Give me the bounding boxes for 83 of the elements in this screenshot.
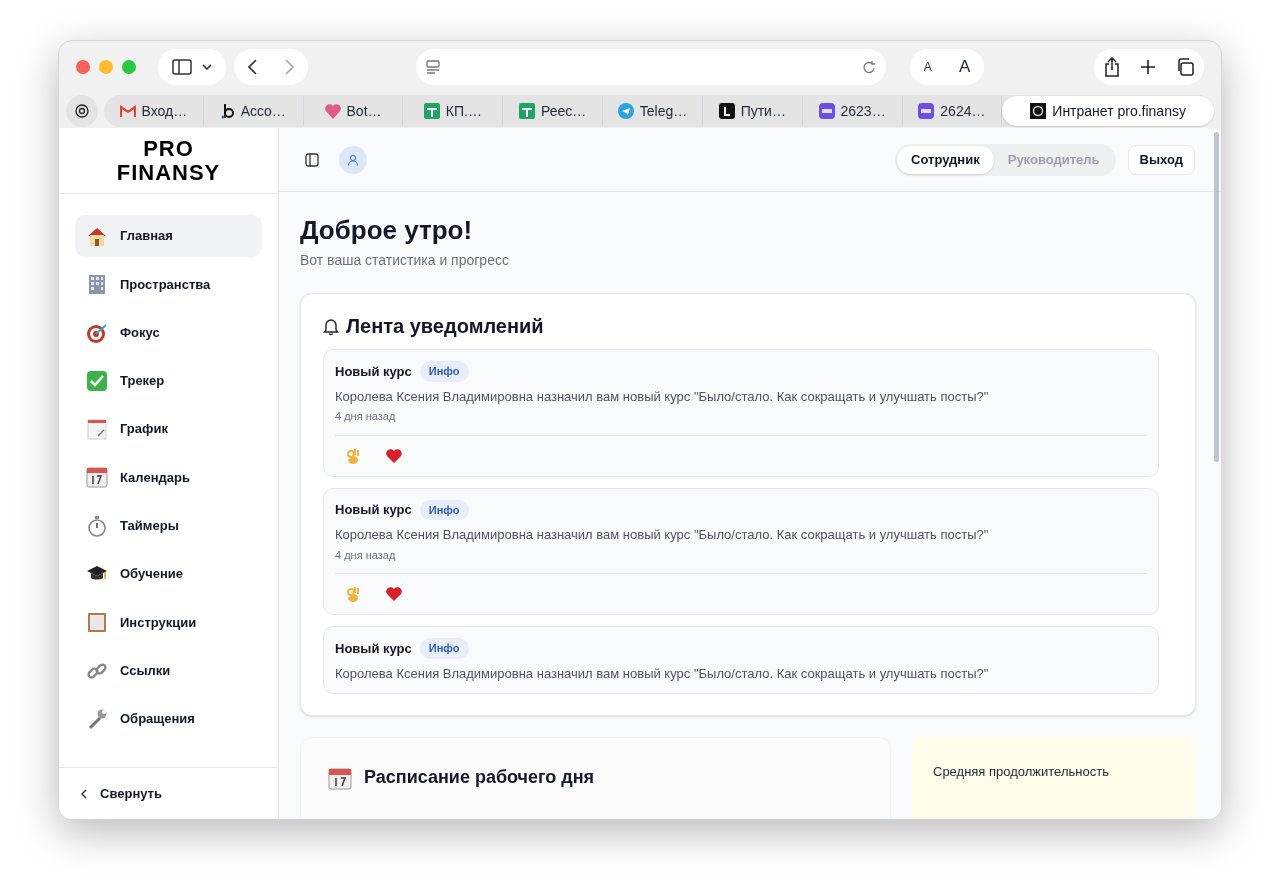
- sidebar-icon[interactable]: [305, 152, 319, 167]
- sidebar-item[interactable]: Трекер: [75, 359, 262, 402]
- notification-title: Новый курс: [335, 362, 412, 381]
- heart-icon: [386, 587, 402, 601]
- larger-text-button[interactable]: A: [951, 54, 979, 80]
- browser-tab[interactable]: Интранет pro.finansy: [1002, 96, 1214, 126]
- calendar-icon: [328, 765, 352, 790]
- notification-message: Королева Ксения Владимировна назначил вам новый курс "Было/стало. Как сокращать и улучшать посты?": [335, 387, 990, 406]
- notification-time: 4 дня назад: [335, 547, 397, 563]
- favicon-icon: [617, 103, 634, 119]
- sidebar-item[interactable]: Инструкции: [75, 601, 262, 644]
- favicon-icon: [220, 103, 235, 119]
- favicon-icon: [119, 105, 136, 117]
- browser-tab[interactable]: Bot…: [303, 96, 404, 126]
- forward-icon: [285, 59, 294, 75]
- notification-title: Новый курс: [335, 501, 412, 519]
- collapse-button[interactable]: Свернуть: [59, 767, 278, 819]
- logout-button[interactable]: Выход: [1127, 144, 1195, 175]
- target-icon: [86, 321, 108, 344]
- greeting-title: Доброе утро!: [300, 214, 474, 246]
- plus-icon[interactable]: [1140, 59, 1156, 75]
- notification-message: Королева Ксения Владимировна назначил вам новый курс "Было/стало. Как сокращать и улучшать посты?": [335, 664, 990, 683]
- back-icon: [248, 59, 257, 75]
- user-avatar-icon[interactable]: [339, 145, 367, 174]
- browser-tab[interactable]: Реес…: [503, 96, 604, 126]
- notification-message: Королева Ксения Владимировна назначил вам новый курс "Было/стало. Как сокращать и улучшать посты?": [335, 526, 990, 544]
- browser-tab[interactable]: Teleg…: [603, 96, 703, 126]
- favicon-icon: [918, 103, 935, 119]
- clipboard-icon: [86, 611, 108, 634]
- info-badge: Инфо: [419, 638, 469, 659]
- logo-text: FINANSY: [116, 160, 221, 185]
- sidebar-item[interactable]: Главная: [75, 215, 262, 257]
- browser-tab[interactable]: 2624…: [902, 96, 1003, 126]
- calendar-icon: [86, 466, 108, 489]
- sidebar-item[interactable]: Фокус: [75, 311, 262, 354]
- chevron-down-icon: [202, 64, 212, 70]
- sidebar-item[interactable]: Ссылки: [75, 649, 262, 692]
- notepad-icon: [86, 418, 108, 441]
- chevron-left-icon: [81, 788, 87, 799]
- role-tab[interactable]: Сотрудник: [897, 145, 994, 174]
- browser-tab[interactable]: 2623…: [802, 96, 903, 126]
- logo-text: PRO: [143, 136, 194, 161]
- notification-title: Новый курс: [335, 639, 412, 658]
- info-badge: Инфо: [419, 499, 469, 520]
- favicon-icon: [423, 103, 440, 119]
- wrench-icon: [86, 707, 108, 730]
- sidebar-item[interactable]: График: [75, 408, 262, 451]
- browser-tab[interactable]: Вход…: [104, 96, 204, 126]
- sidebar-toggle-button[interactable]: [158, 49, 226, 85]
- heart-reaction-button[interactable]: [384, 584, 404, 604]
- reload-icon[interactable]: [862, 59, 876, 75]
- sidebar-item[interactable]: Календарь: [75, 456, 262, 499]
- tabs-overview-icon[interactable]: [1176, 58, 1194, 76]
- heart-icon: [386, 448, 402, 463]
- sidebar-icon: [172, 59, 192, 75]
- stopwatch-icon: [86, 514, 108, 537]
- sidebar-item[interactable]: Таймеры: [75, 504, 262, 547]
- browser-tab[interactable]: КП.…: [403, 96, 504, 126]
- scrollbar-thumb[interactable]: [1214, 132, 1219, 462]
- favicon-icon: [1030, 103, 1047, 119]
- sidebar-item[interactable]: Обращения: [75, 697, 262, 740]
- browser-tab[interactable]: Acco…: [203, 96, 304, 126]
- page-menu-icon: [426, 60, 440, 74]
- sidebar-item[interactable]: Обучение: [75, 553, 262, 596]
- checkmark-icon: [86, 369, 108, 392]
- house-icon: [86, 225, 108, 247]
- office-building-icon: [86, 273, 108, 296]
- favicon-icon: [519, 103, 535, 119]
- share-icon[interactable]: [1104, 57, 1120, 77]
- bell-icon: [323, 317, 339, 335]
- browser-tab[interactable]: Пути…: [702, 96, 803, 126]
- greeting-subtitle: Вот ваша статистика и прогресс: [300, 251, 510, 270]
- favicon-icon: [818, 103, 835, 119]
- notification-time: 4 дня назад: [335, 409, 397, 424]
- sidebar-item[interactable]: Пространства: [75, 263, 262, 306]
- schedule-title: Расписание рабочего дня: [364, 766, 595, 789]
- favicon-icon: [324, 103, 341, 119]
- smaller-text-button[interactable]: A: [915, 58, 940, 76]
- info-badge: Инфо: [419, 361, 469, 382]
- average-duration-title: Средняя продолжительность: [933, 764, 1109, 779]
- notifications-title: Лента уведомлений: [346, 314, 544, 339]
- favicon-icon: [718, 103, 735, 119]
- close-window-button[interactable]: [76, 60, 90, 74]
